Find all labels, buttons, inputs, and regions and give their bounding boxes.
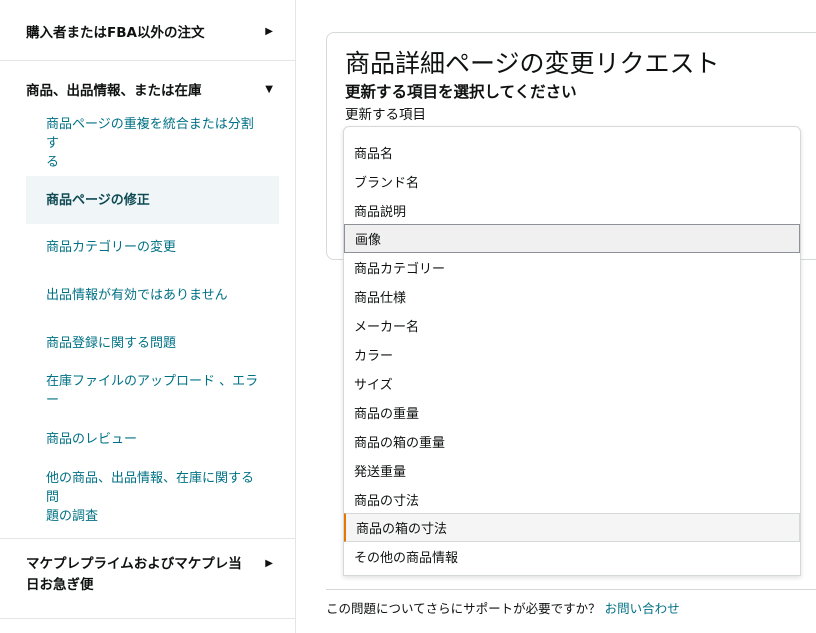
expand-right-icon: ▶ <box>265 558 273 569</box>
option-product-name[interactable]: 商品名 <box>344 138 800 167</box>
contact-us-link[interactable]: お問い合わせ <box>605 601 680 616</box>
item-label: 商品カテゴリーの変更 <box>46 239 177 255</box>
page-title: 商品詳細ページの変更リクエスト <box>345 49 720 78</box>
section-label: 購入者またはFBA以外の注文 <box>26 25 205 41</box>
item-label: 商品ページの修正 <box>46 192 150 208</box>
option-size[interactable]: サイズ <box>344 369 800 398</box>
option-color[interactable]: カラー <box>344 340 800 369</box>
divider <box>0 60 295 61</box>
expand-right-icon: ▶ <box>265 25 273 37</box>
item-label: 出品情報が有効ではありません <box>46 287 228 303</box>
option-image[interactable]: 画像 <box>344 224 800 253</box>
section-prime-same-day[interactable]: マケプレプライムおよびマケプレ当 日お急ぎ便 ▶ <box>0 554 295 598</box>
item-label-line1: 商品ページの重複を統合または分割す <box>46 116 254 151</box>
divider <box>0 538 295 539</box>
support-question: この問題についてさらにサポートが必要ですか？ <box>326 601 601 616</box>
option-package-dimensions[interactable]: 商品の箱の寸法 <box>344 513 800 542</box>
option-package-weight[interactable]: 商品の箱の重量 <box>344 427 800 456</box>
section-label-line1: マケプレプライムおよびマケプレ当 <box>26 556 242 572</box>
sidebar-item-product-reviews[interactable]: 商品のレビュー <box>26 428 279 450</box>
sidebar-item-fix-product-page[interactable]: 商品ページの修正 <box>26 176 279 224</box>
support-footer: この問題についてさらにサポートが必要ですか？ お問い合わせ <box>326 598 680 617</box>
sidebar-item-category-change[interactable]: 商品カテゴリーの変更 <box>26 236 279 258</box>
option-item-dimensions[interactable]: 商品の寸法 <box>344 485 800 514</box>
option-product-description[interactable]: 商品説明 <box>344 196 800 225</box>
section-label: 商品、出品情報、または在庫 <box>26 83 202 99</box>
section-subtitle: 更新する項目を選択してください <box>345 83 577 101</box>
option-brand-name[interactable]: ブランド名 <box>344 167 800 196</box>
option-shipping-weight[interactable]: 発送重量 <box>344 456 800 485</box>
sidebar-item-listing-inactive[interactable]: 出品情報が有効ではありません <box>26 284 279 306</box>
option-product-specs[interactable]: 商品仕様 <box>344 282 800 311</box>
sidebar-item-merge-split[interactable]: 商品ページの重複を統合または分割す る <box>26 117 279 170</box>
field-label: 更新する項目 <box>345 107 426 123</box>
sidebar-item-inventory-file-upload[interactable]: 在庫ファイルのアップロード 、エラー <box>26 374 279 408</box>
item-label: 在庫ファイルのアップロード 、エラー <box>46 374 259 408</box>
help-sidebar: 購入者またはFBA以外の注文 ▶ 商品、出品情報、または在庫 ▼ 商品ページの重… <box>0 0 296 633</box>
item-label: 商品のレビュー <box>46 431 138 447</box>
item-label-line1: 他の商品、出品情報、在庫に関する問 <box>46 470 255 505</box>
collapse-down-icon: ▼ <box>265 83 273 95</box>
update-item-dropdown-list[interactable]: 商品名 ブランド名 商品説明 画像 商品カテゴリー 商品仕様 メーカー名 カラー… <box>343 126 801 576</box>
option-other-product-info[interactable]: その他の商品情報 <box>344 542 800 571</box>
section-non-fba-orders[interactable]: 購入者またはFBA以外の注文 ▶ <box>0 14 295 48</box>
sidebar-item-registration-issue[interactable]: 商品登録に関する問題 <box>26 332 279 354</box>
item-label-line2: る <box>46 154 60 170</box>
option-manufacturer[interactable]: メーカー名 <box>344 311 800 340</box>
divider <box>0 618 295 619</box>
item-label-line2: 題の調査 <box>46 508 99 524</box>
item-label: 商品登録に関する問題 <box>46 335 177 351</box>
option-item-weight[interactable]: 商品の重量 <box>344 398 800 427</box>
section-products-listings-inventory[interactable]: 商品、出品情報、または在庫 ▼ <box>0 72 295 106</box>
section-label-line2: 日お急ぎ便 <box>26 577 94 593</box>
option-product-category[interactable]: 商品カテゴリー <box>344 253 800 282</box>
sidebar-item-other-investigation[interactable]: 他の商品、出品情報、在庫に関する問 題の調査 <box>26 471 279 524</box>
footer-divider <box>326 589 816 590</box>
